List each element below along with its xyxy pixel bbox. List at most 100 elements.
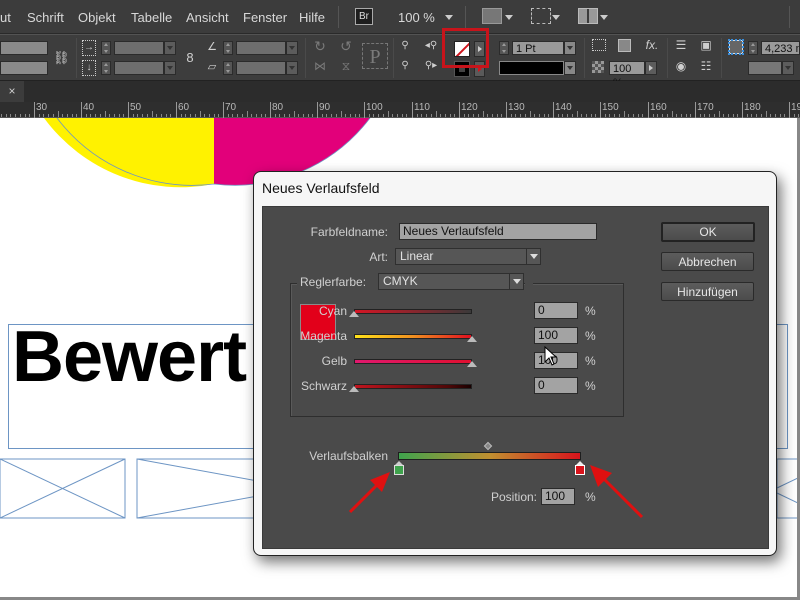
select-previous-icon[interactable]: ◂⚲ <box>422 39 440 53</box>
offset-spinner[interactable] <box>748 41 758 55</box>
gradient-midpoint-diamond[interactable] <box>483 441 493 451</box>
circle-yellow-segment <box>44 118 214 188</box>
separator <box>393 38 394 78</box>
reference-point-icon[interactable]: P <box>362 43 388 69</box>
gradient-ramp[interactable] <box>398 452 581 460</box>
text-wrap-none-icon[interactable]: ☰ <box>673 38 689 52</box>
shear-dropdown[interactable] <box>286 61 298 75</box>
flip-horizontal-icon[interactable]: ⋈ <box>312 59 328 73</box>
headline-text[interactable]: Bewert <box>12 316 247 398</box>
corner-shape-field[interactable] <box>748 61 782 75</box>
text-wrap-jump-object-icon[interactable]: ☷ <box>698 59 714 73</box>
ruler-minor-tick <box>294 111 295 117</box>
select-content-icon[interactable]: ⚲ <box>398 59 412 73</box>
stop-color-select[interactable]: CMYK <box>378 273 524 290</box>
zoom-dropdown-icon[interactable] <box>445 15 453 20</box>
corner-shape-dropdown[interactable] <box>782 61 794 75</box>
rotate-dropdown[interactable] <box>286 41 298 55</box>
menu-ansicht[interactable]: Ansicht <box>186 10 229 25</box>
menu-hilfe[interactable]: Hilfe <box>299 10 325 25</box>
stop-color-select-value: CMYK <box>383 274 418 288</box>
shear-field[interactable] <box>236 61 286 75</box>
rotate-spinner[interactable] <box>223 41 233 55</box>
menu-objekt[interactable]: Objekt <box>78 10 116 25</box>
slider-track-gelb[interactable] <box>354 359 472 364</box>
rotate-cw-icon[interactable]: ↻ <box>312 39 328 53</box>
text-wrap-bounding-box-icon[interactable]: ▣ <box>698 38 714 52</box>
text-wrap-object-shape-icon[interactable]: ◉ <box>673 59 689 73</box>
slider-label-gelb: Gelb <box>321 354 347 368</box>
stroke-type-dropdown[interactable] <box>564 61 576 75</box>
add-button[interactable]: Hinzufügen <box>661 282 754 301</box>
flip-vertical-icon[interactable]: ⧖ <box>338 59 354 73</box>
cancel-button[interactable]: Abbrechen <box>661 252 754 271</box>
ruler-minor-tick <box>501 114 502 117</box>
menu-fenster[interactable]: Fenster <box>243 10 287 25</box>
select-container-icon[interactable]: ⚲ <box>398 39 412 53</box>
ruler-minor-tick <box>798 114 799 117</box>
stroke-weight-spinner[interactable] <box>499 41 509 55</box>
scale-y-spinner[interactable] <box>101 61 111 75</box>
stroke-type-field[interactable] <box>499 61 564 75</box>
zoom-level[interactable]: 100 % <box>398 10 435 25</box>
menu-tabelle[interactable]: Tabelle <box>131 10 172 25</box>
drop-shadow-icon[interactable] <box>618 39 631 52</box>
constrain-proportions-icon[interactable]: ⛓ <box>53 51 70 65</box>
rotate-field[interactable] <box>236 41 286 55</box>
scale-x-spinner[interactable] <box>101 41 111 55</box>
slider-track-magenta[interactable] <box>354 334 472 339</box>
scale-y-field[interactable] <box>114 61 164 75</box>
link-scale-icon[interactable]: 8 <box>184 51 196 65</box>
horizontal-ruler[interactable]: 30 40 50 60 70 80 90 100 110 120 130 140 150 160 170 18… <box>0 102 800 118</box>
opacity-field[interactable]: 100 % <box>609 61 645 89</box>
select-next-icon[interactable]: ⚲▸ <box>422 59 440 73</box>
ruler-major-tick <box>176 102 177 118</box>
arrange-dropdown-icon[interactable] <box>600 15 608 20</box>
screen-mode-icon[interactable] <box>531 8 551 24</box>
ruler-minor-tick <box>426 114 427 117</box>
y-position-field[interactable] <box>0 61 48 75</box>
menu-schrift[interactable]: Schrift <box>27 10 64 25</box>
opacity-menu-button[interactable] <box>645 61 657 75</box>
ruler-major-tick <box>506 102 507 118</box>
frame-fitting-icon[interactable] <box>728 39 744 55</box>
view-options-dropdown-icon[interactable] <box>505 15 513 20</box>
slider-input-schwarz[interactable]: 0 <box>534 377 578 394</box>
image-frame-placeholder <box>0 458 126 519</box>
effects-fx-icon[interactable]: fx. <box>643 38 661 52</box>
slider-track-cyan[interactable] <box>354 309 472 314</box>
ok-button[interactable]: OK <box>661 222 755 242</box>
stroke-weight-field[interactable]: 1 Pt <box>512 41 564 55</box>
scale-x-field[interactable] <box>114 41 164 55</box>
position-input[interactable]: 100 <box>541 488 575 505</box>
close-tab-icon[interactable]: × <box>0 81 24 102</box>
arrange-documents-icon[interactable] <box>578 8 598 24</box>
slider-input-magenta[interactable]: 100 <box>534 327 578 344</box>
slider-thumb-magenta[interactable] <box>467 336 477 342</box>
separator <box>667 38 668 78</box>
scale-x-dropdown[interactable] <box>164 41 176 55</box>
slider-thumb-gelb[interactable] <box>467 361 477 367</box>
type-select[interactable]: Linear <box>395 248 541 265</box>
slider-thumb-cyan[interactable] <box>349 311 359 317</box>
slider-input-cyan[interactable]: 0 <box>534 302 578 319</box>
offset-field[interactable]: 4,233 m <box>761 41 800 55</box>
ruler-major-tick <box>459 102 460 118</box>
x-position-field[interactable] <box>0 41 48 55</box>
slider-thumb-schwarz[interactable] <box>349 386 359 392</box>
screen-mode-dropdown-icon[interactable] <box>552 15 560 20</box>
menu-layout[interactable]: ut <box>0 10 11 25</box>
shear-spinner[interactable] <box>223 61 233 75</box>
slider-track-schwarz[interactable] <box>354 384 472 389</box>
offset-value: 4,233 m <box>765 43 799 55</box>
rotate-ccw-icon[interactable]: ↺ <box>338 39 354 53</box>
stroke-weight-dropdown[interactable] <box>564 41 576 55</box>
scale-y-dropdown[interactable] <box>164 61 176 75</box>
ruler-minor-tick <box>242 114 243 117</box>
corner-options-icon[interactable] <box>592 39 606 51</box>
swatch-name-input[interactable]: Neues Verlaufsfeld <box>399 223 597 240</box>
view-options-icon[interactable] <box>482 8 502 24</box>
separator <box>305 38 306 78</box>
bridge-icon[interactable]: Br <box>355 8 373 25</box>
ruler-minor-tick <box>152 111 153 117</box>
